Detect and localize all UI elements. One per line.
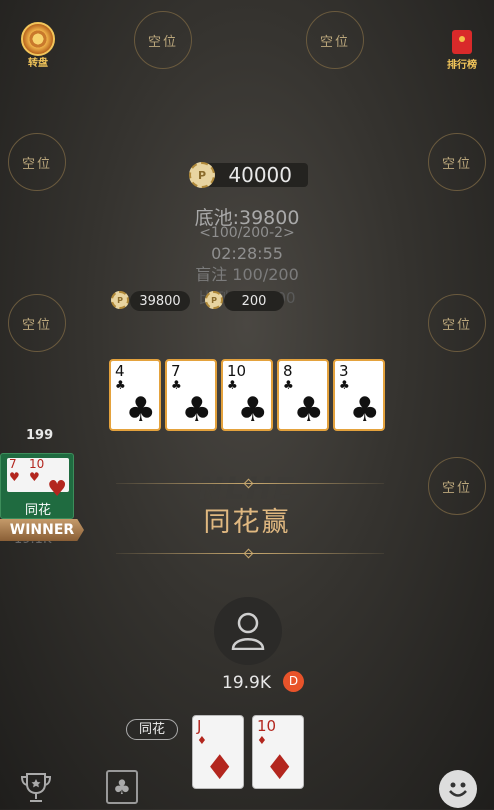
hole-card[interactable]: 10 ♦ ♦ <box>252 715 304 789</box>
bet-left: 39800 <box>130 291 190 311</box>
result-text: 同花赢 <box>203 507 291 538</box>
smiley-icon <box>449 782 467 797</box>
seat-label: 空位 <box>21 317 52 333</box>
winner-chips: 199 <box>26 428 54 443</box>
empty-seat[interactable]: 空位 <box>134 11 192 69</box>
wheel-icon <box>21 22 55 56</box>
seat-label: 空位 <box>441 317 472 333</box>
bet-right: 200 <box>224 291 284 311</box>
chip-icon: P <box>189 162 215 188</box>
board-card: 4 ♣ ♣ <box>109 359 161 431</box>
seat-label: 空位 <box>319 34 350 50</box>
seat-label: 空位 <box>441 156 472 172</box>
blinds-text: <100/200-2> <box>199 225 295 241</box>
chip-icon: P <box>205 291 223 309</box>
divider-diamond <box>243 548 254 559</box>
empty-seat[interactable]: 空位 <box>306 11 364 69</box>
seat-label: 空位 <box>21 156 52 172</box>
board-card: 3 ♣ ♣ <box>333 359 385 431</box>
emoji-button[interactable] <box>439 770 477 808</box>
bet-left-value: 39800 <box>139 293 181 309</box>
hand-type-label: 同花 <box>126 719 178 740</box>
board-card: 8 ♣ ♣ <box>277 359 329 431</box>
red-envelope-icon <box>452 30 472 54</box>
ante-text: 盲注 100/200 <box>195 265 299 284</box>
bet-right-value: 200 <box>241 293 267 309</box>
wheel-label: 转盘 <box>28 58 48 69</box>
user-icon <box>231 612 265 650</box>
stack-value: 40000 <box>228 163 292 187</box>
trophy-icon[interactable] <box>18 770 54 806</box>
leaderboard-label: 排行榜 <box>447 60 477 71</box>
empty-seat[interactable]: 空位 <box>8 133 66 191</box>
chip-icon: P <box>111 291 129 309</box>
board-card: 10 ♣ ♣ <box>221 359 273 431</box>
leaderboard-button[interactable]: 排行榜 <box>440 30 484 71</box>
hole-card[interactable]: J ♦ ♦ <box>192 715 244 789</box>
avatar[interactable] <box>214 597 282 665</box>
card-history-icon[interactable]: ♣ <box>106 770 138 804</box>
seat-label: 空位 <box>147 34 178 50</box>
wheel-button[interactable]: 转盘 <box>16 22 60 69</box>
board-card: 7 ♣ ♣ <box>165 359 217 431</box>
my-stack: 19.9K <box>222 673 271 693</box>
empty-seat[interactable]: 空位 <box>428 133 486 191</box>
dealer-button: D <box>283 671 304 692</box>
